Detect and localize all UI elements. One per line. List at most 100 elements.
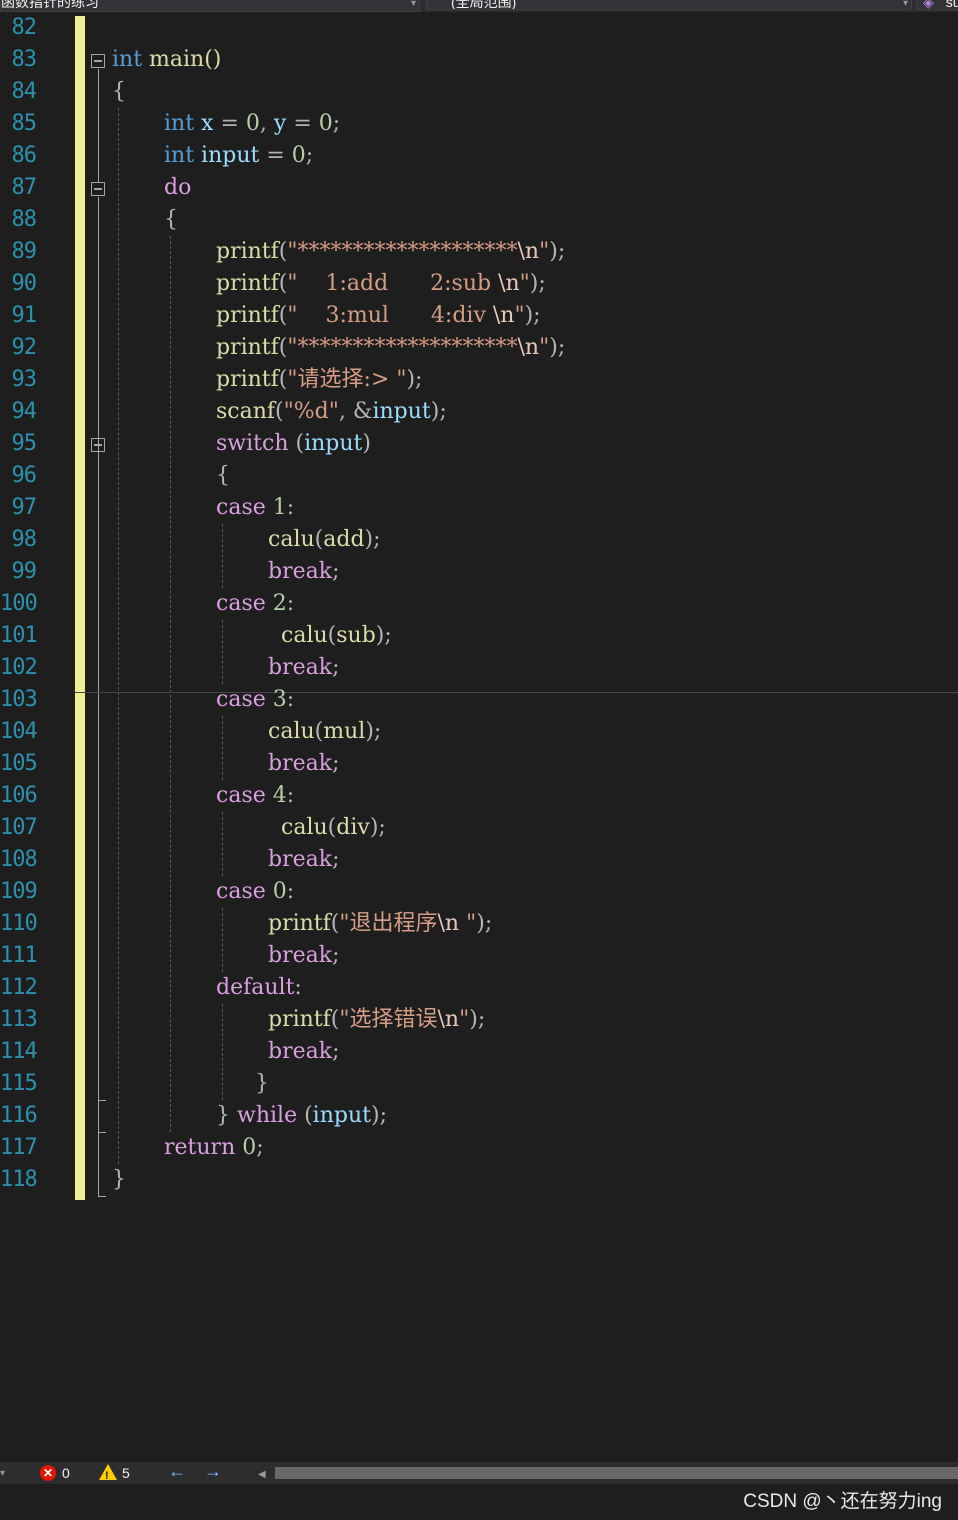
line-number: 91 — [11, 303, 38, 328]
horizontal-scrollbar[interactable] — [275, 1467, 958, 1479]
string: "退出程序 — [339, 911, 438, 936]
line-number: 94 — [11, 399, 38, 424]
line-number: 112 — [0, 975, 38, 1000]
warning-icon[interactable]: ! — [99, 1464, 117, 1482]
function-arg: add — [323, 527, 365, 552]
keyword: switch — [216, 431, 289, 456]
line-number: 115 — [0, 1071, 38, 1096]
line-number: 100 — [0, 591, 38, 616]
outline-end-tick — [98, 1100, 106, 1101]
code-editor[interactable]: 82 83 84 85 86 87 88 89 90 91 92 93 94 95 96 97 98 99 100 1… — [0, 12, 958, 1462]
code-line-98: calu(add); — [268, 527, 381, 552]
code-line-89: printf("********************\n"); — [216, 239, 566, 264]
string: "******************** — [287, 239, 518, 264]
keyword: return — [164, 1135, 236, 1160]
function-call: calu — [281, 815, 328, 840]
escape-sequence: \n — [437, 911, 460, 936]
arrow-right-icon[interactable]: → — [204, 1462, 222, 1480]
escape-sequence: \n — [492, 303, 515, 328]
member-dropdown[interactable]: ◈ su — [916, 0, 958, 10]
line-number: 110 — [0, 911, 38, 936]
editor-status-bar: ▾ ✕ 0 ! 5 ← → ◀ — [0, 1462, 958, 1484]
line-number: 99 — [11, 559, 38, 584]
indent-guide — [222, 524, 223, 588]
code-line-88: { — [164, 204, 178, 236]
code-line-92: printf("********************\n"); — [216, 335, 566, 360]
arrow-left-icon[interactable]: ← — [168, 1462, 186, 1480]
line-number: 111 — [0, 943, 38, 968]
keyword: case — [216, 783, 266, 808]
function-call: calu — [268, 719, 315, 744]
brace: } — [112, 1167, 126, 1192]
line-number: 109 — [0, 879, 38, 904]
code-line-85: int x = 0, y = 0; — [164, 108, 340, 140]
outline-end-tick — [98, 1132, 106, 1133]
code-line-97: case 1: — [216, 495, 295, 520]
punctuation: ; — [305, 143, 314, 168]
number: 0 — [245, 111, 260, 136]
keyword: break — [268, 943, 333, 968]
scroll-left-icon[interactable]: ◀ — [258, 1466, 266, 1484]
chevron-down-icon: ▾ — [902, 0, 908, 9]
function-call: printf — [268, 1007, 331, 1032]
line-number: 92 — [11, 335, 38, 360]
line-number: 101 — [0, 623, 38, 648]
string: " — [459, 911, 477, 936]
current-line-highlight — [75, 692, 958, 693]
code-line-101: calu(sub); — [281, 623, 392, 648]
change-indicator-bar — [75, 16, 85, 1200]
line-number: 106 — [0, 783, 38, 808]
cube-icon: ◈ — [923, 0, 934, 10]
watermark: CSDN @丶还在努力ing — [743, 1491, 942, 1512]
code-line-108: break; — [268, 847, 340, 872]
variable: input — [372, 399, 431, 424]
keyword: break — [268, 751, 333, 776]
keyword: int — [164, 111, 195, 136]
code-line-99: break; — [268, 559, 340, 584]
chevron-down-icon: ▾ — [410, 0, 416, 9]
file-dropdown[interactable]: 函数指针的练习 ▾ — [0, 0, 420, 12]
line-number: 84 — [11, 79, 38, 104]
code-line-90: printf(" 1:add 2:sub \n"); — [216, 271, 546, 296]
file-dropdown-label: 函数指针的练习 — [1, 0, 99, 10]
line-number: 114 — [0, 1039, 38, 1064]
function-signature: main() — [142, 47, 222, 72]
code-line-110: printf("退出程序\n "); — [268, 911, 493, 936]
operator: = — [286, 111, 319, 136]
variable: x — [201, 111, 214, 136]
keyword: break — [268, 847, 333, 872]
string: " 3:mul 4:div — [287, 303, 493, 328]
operator: = — [259, 143, 292, 168]
keyword: case — [216, 879, 266, 904]
function-arg: mul — [323, 719, 366, 744]
string: " — [459, 1007, 470, 1032]
error-icon[interactable]: ✕ — [40, 1465, 56, 1481]
line-number: 88 — [11, 207, 38, 232]
chevron-down-icon[interactable]: ▾ — [0, 1465, 5, 1483]
line-number: 117 — [0, 1135, 38, 1160]
line-number: 87 — [11, 175, 38, 200]
error-count[interactable]: 0 — [62, 1464, 70, 1482]
code-line-104: calu(mul); — [268, 719, 382, 744]
string: " — [539, 335, 550, 360]
scope-dropdown[interactable]: (全局范围) ▾ — [426, 0, 912, 10]
line-number: 93 — [11, 367, 38, 392]
scope-dropdown-label: (全局范围) — [451, 0, 517, 10]
operator: = — [213, 111, 246, 136]
code-line-106: case 4: — [216, 783, 295, 808]
variable: input — [304, 431, 363, 456]
string: "******************** — [287, 335, 518, 360]
string: "请选择:> " — [287, 367, 407, 392]
brace: } — [255, 1071, 269, 1096]
brace: { — [216, 463, 230, 488]
collapse-main-icon[interactable] — [91, 54, 105, 68]
warning-count[interactable]: 5 — [122, 1464, 130, 1482]
brace: } — [216, 1103, 230, 1128]
keyword: break — [268, 655, 333, 680]
code-line-114: break; — [268, 1039, 340, 1064]
function-call: calu — [268, 527, 315, 552]
collapse-do-icon[interactable] — [91, 182, 105, 196]
function-call: calu — [281, 623, 328, 648]
keyword: case — [216, 687, 266, 712]
line-number: 116 — [0, 1103, 38, 1128]
